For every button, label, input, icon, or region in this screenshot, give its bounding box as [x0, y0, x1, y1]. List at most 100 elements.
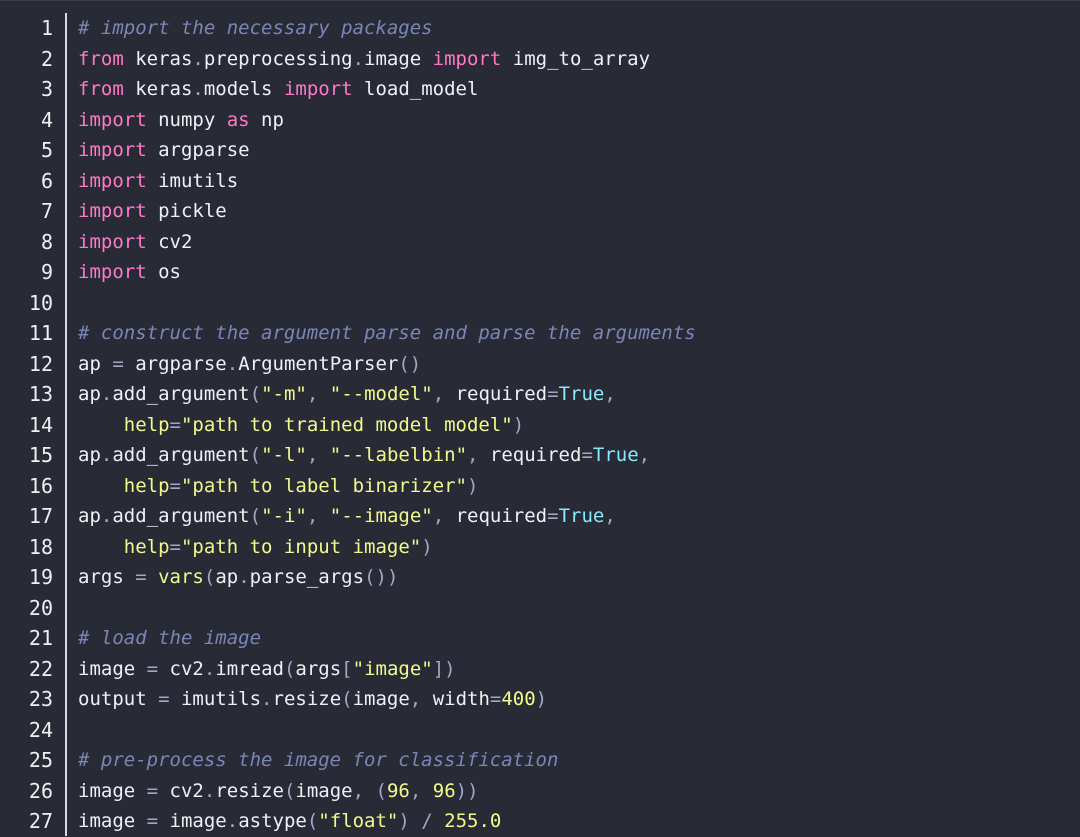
- code-content[interactable]: ap = argparse.ArgumentParser(): [78, 349, 421, 380]
- code-token-punct: (: [249, 383, 262, 405]
- code-token-comment: # pre-process the image for classificati…: [78, 749, 559, 771]
- code-line[interactable]: 10: [0, 288, 1080, 319]
- code-content[interactable]: output = imutils.resize(image, width=400…: [78, 684, 547, 715]
- code-token-string: "--model": [329, 383, 433, 405]
- code-line[interactable]: 14 help="path to trained model model"): [0, 410, 1080, 441]
- code-content[interactable]: ap.add_argument("-m", "--model", require…: [78, 379, 616, 410]
- code-content[interactable]: from keras.preprocessing.image import im…: [78, 44, 650, 75]
- code-token-string: "image": [352, 657, 433, 680]
- code-content[interactable]: image = image.astype("float") / 255.0: [78, 806, 501, 837]
- code-token-const: True: [558, 505, 605, 527]
- code-token-punct: .: [203, 779, 216, 802]
- code-content[interactable]: import numpy as np: [78, 105, 284, 136]
- code-token-text: preprocessing: [203, 47, 353, 70]
- code-token-punct: ,: [409, 779, 422, 802]
- code-content[interactable]: import pickle: [78, 196, 227, 227]
- code-token-punct: ,: [409, 688, 422, 710]
- code-line[interactable]: 20: [0, 593, 1080, 624]
- code-content[interactable]: import cv2: [78, 227, 192, 258]
- code-token-comment: # load the image: [78, 627, 262, 649]
- code-token-punct: (: [341, 688, 353, 710]
- code-token-punct: ,: [604, 383, 616, 405]
- code-token-builtin: vars: [158, 566, 204, 588]
- code-line[interactable]: 6 import imutils: [0, 166, 1080, 197]
- code-line[interactable]: 19 args = vars(ap.parse_args()): [0, 562, 1080, 593]
- code-line[interactable]: 9 import os: [0, 257, 1080, 288]
- code-line[interactable]: 12 ap = argparse.ArgumentParser(): [0, 349, 1080, 380]
- code-line[interactable]: 22 image = cv2.imread(args["image"]): [0, 654, 1080, 685]
- code-token-number: 96: [432, 779, 456, 802]
- code-content[interactable]: help="path to input image"): [78, 532, 433, 563]
- code-token-punct: .: [203, 657, 216, 680]
- code-line[interactable]: 15 ap.add_argument("-l", "--labelbin", re…: [0, 440, 1080, 471]
- line-number: 13: [28, 382, 53, 406]
- code-token-text: width: [421, 688, 490, 710]
- code-token-keyword: import: [78, 108, 147, 131]
- code-token-punct: ): [466, 474, 479, 497]
- code-token-text: np: [249, 108, 284, 131]
- code-token-punct: ]): [432, 657, 456, 680]
- code-token-text: argparse: [146, 139, 250, 161]
- code-token-text: required: [478, 444, 582, 466]
- code-line[interactable]: 16 help="path to label binarizer"): [0, 471, 1080, 502]
- code-token-keyword: import: [78, 230, 147, 253]
- code-token-op: =: [146, 779, 159, 802]
- line-number: 15: [28, 443, 53, 467]
- code-line[interactable]: 11 # construct the argument parse and par…: [0, 318, 1080, 349]
- code-content[interactable]: ap.add_argument("-l", "--labelbin", requ…: [78, 440, 650, 471]
- code-token-punct: (: [203, 566, 216, 588]
- code-line[interactable]: 4 import numpy as np: [0, 105, 1080, 136]
- code-line[interactable]: 27 image = image.astype("float") / 255.0: [0, 806, 1080, 837]
- line-number: 6: [40, 168, 53, 193]
- code-content[interactable]: import os: [78, 257, 181, 288]
- code-line[interactable]: 1 # import the necessary packages: [0, 13, 1080, 44]
- code-line[interactable]: 26 image = cv2.resize(image, (96, 96)): [0, 776, 1080, 807]
- code-content[interactable]: from keras.models import load_model: [78, 74, 478, 105]
- line-number: 24: [28, 717, 53, 742]
- code-line[interactable]: 17 ap.add_argument("-i", "--image", requi…: [0, 501, 1080, 532]
- code-token-text: image: [78, 657, 147, 680]
- code-lines[interactable]: 1 # import the necessary packages 2 from ke…: [0, 13, 1080, 837]
- code-line[interactable]: 8 import cv2: [0, 227, 1080, 258]
- code-line[interactable]: 3 from keras.models import load_model: [0, 74, 1080, 105]
- code-line[interactable]: 13 ap.add_argument("-m", "--model", requi…: [0, 379, 1080, 410]
- code-token-string: "path to label binarizer": [180, 474, 467, 497]
- code-content[interactable]: # import the necessary packages: [78, 13, 433, 44]
- code-token-punct: ): [512, 413, 525, 436]
- code-line[interactable]: 23 output = imutils.resize(image, width=4…: [0, 684, 1080, 715]
- line-number: 18: [28, 534, 53, 559]
- code-line[interactable]: 24: [0, 715, 1080, 746]
- code-token-text: output: [78, 688, 159, 710]
- code-line[interactable]: 21 # load the image: [0, 623, 1080, 654]
- code-token-op: =: [581, 444, 593, 466]
- code-content[interactable]: args = vars(ap.parse_args()): [78, 562, 398, 593]
- code-token-keyword: import: [78, 169, 147, 192]
- code-token-punct: ,: [306, 444, 319, 466]
- code-token-text: cv2: [158, 657, 204, 680]
- code-token-text: image: [352, 688, 410, 710]
- code-content[interactable]: help="path to label binarizer"): [78, 471, 479, 502]
- code-line[interactable]: 5 import argparse: [0, 135, 1080, 166]
- code-line[interactable]: 25 # pre-process the image for classifica…: [0, 745, 1080, 776]
- code-content[interactable]: import argparse: [78, 135, 250, 166]
- code-token-text: cv2: [158, 779, 204, 802]
- code-token-punct: (): [398, 352, 422, 375]
- line-number: 7: [40, 199, 53, 223]
- code-content[interactable]: import imutils: [78, 166, 238, 197]
- code-editor[interactable]: 1 # import the necessary packages 2 from ke…: [0, 0, 1080, 836]
- code-content[interactable]: # pre-process the image for classificati…: [78, 745, 558, 776]
- code-content[interactable]: image = cv2.resize(image, (96, 96)): [78, 776, 479, 807]
- line-number: 27: [28, 809, 53, 833]
- code-content[interactable]: image = cv2.imread(args["image"]): [78, 654, 456, 685]
- code-content[interactable]: ap.add_argument("-i", "--image", require…: [78, 501, 616, 532]
- code-token-comment: # import the necessary packages: [78, 17, 433, 39]
- code-line[interactable]: 7 import pickle: [0, 196, 1080, 227]
- code-token-string: "float": [318, 810, 399, 832]
- code-token-text: image: [78, 810, 147, 832]
- code-content[interactable]: help="path to trained model model"): [78, 410, 524, 441]
- code-content[interactable]: # construct the argument parse and parse…: [78, 318, 696, 349]
- code-content[interactable]: # load the image: [78, 623, 261, 654]
- code-line[interactable]: 18 help="path to input image"): [0, 532, 1080, 563]
- code-line[interactable]: 2 from keras.preprocessing.image import i…: [0, 44, 1080, 75]
